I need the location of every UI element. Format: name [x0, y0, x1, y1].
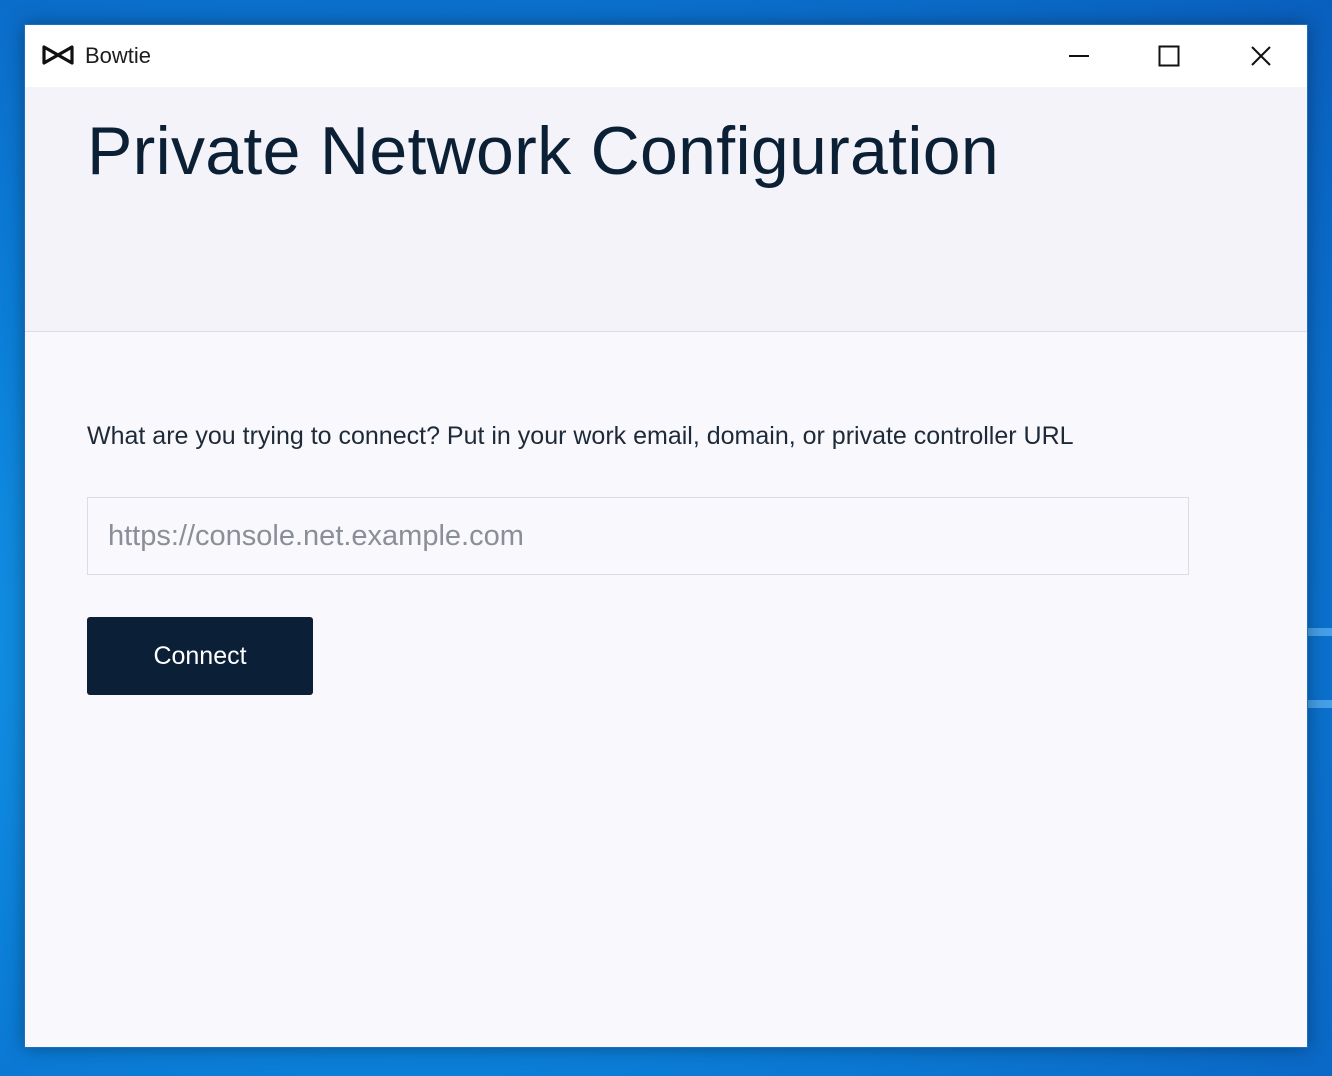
page-title: Private Network Configuration	[87, 113, 999, 189]
minimize-button[interactable]	[1033, 25, 1125, 87]
connect-prompt: What are you trying to connect? Put in y…	[87, 422, 1074, 450]
connect-button[interactable]: Connect	[87, 617, 313, 695]
bowtie-icon	[41, 44, 75, 66]
close-icon	[1250, 45, 1272, 67]
minimize-icon	[1068, 45, 1090, 67]
maximize-icon	[1158, 45, 1180, 67]
window-title: Bowtie	[85, 43, 152, 68]
close-button[interactable]	[1215, 25, 1307, 87]
app-window: Bowtie Private Network Configuration Wha…	[24, 24, 1308, 1048]
title-bar[interactable]: Bowtie	[25, 25, 1307, 87]
maximize-button[interactable]	[1123, 25, 1215, 87]
controller-url-input[interactable]	[87, 497, 1189, 575]
